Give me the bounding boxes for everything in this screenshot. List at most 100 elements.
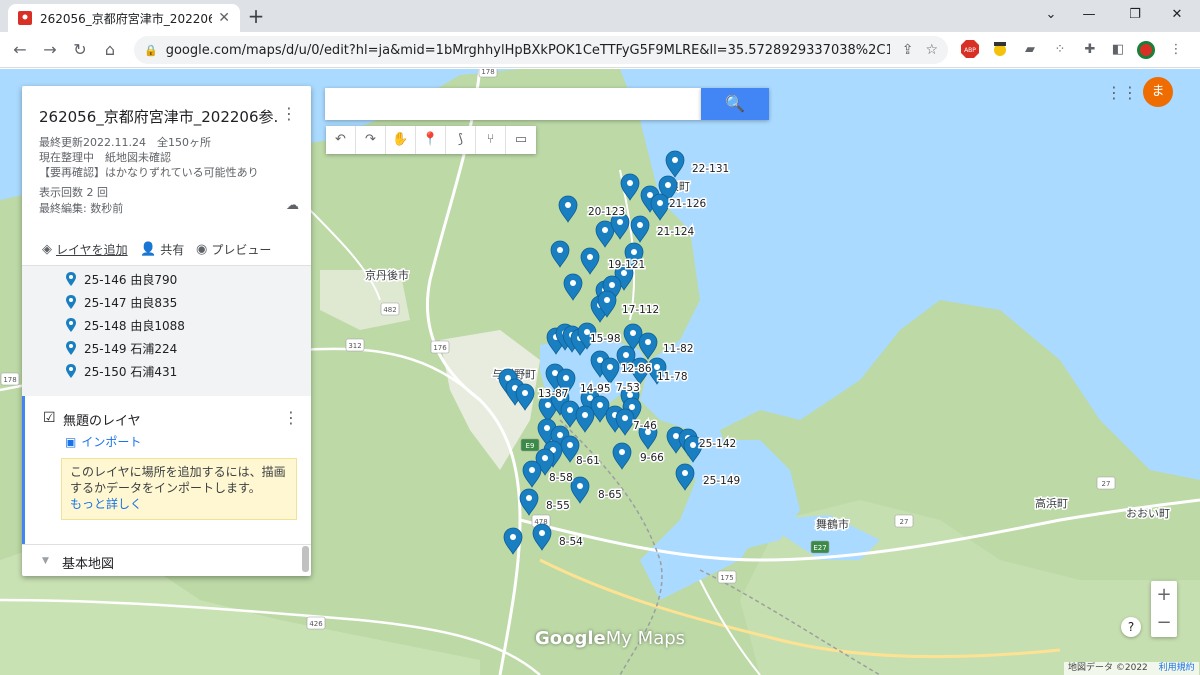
- zoom-out-button[interactable]: −: [1151, 609, 1177, 637]
- close-tab-icon[interactable]: ✕: [218, 10, 230, 26]
- marker-label: 12-86: [621, 363, 652, 375]
- address-bar[interactable]: 🔒 google.com/maps/d/u/0/edit?hl=ja&mid=1…: [134, 36, 948, 64]
- place-label: 舞鶴市: [816, 517, 849, 531]
- panel-actions: ◈ レイヤを追加 👤 共有 ◉ プレビュー: [22, 236, 311, 266]
- browser-menu-icon[interactable]: ⋮: [1166, 40, 1186, 60]
- marker-label: 8-54: [559, 536, 583, 548]
- grid-extension-icon[interactable]: ⁘: [1050, 40, 1070, 60]
- directions-icon[interactable]: ⑂: [476, 126, 506, 154]
- forward-icon[interactable]: →: [38, 38, 62, 62]
- marker-label: 25-142: [699, 438, 736, 450]
- map-updated: 最終更新2022.11.24 全150ヶ所: [39, 136, 211, 149]
- import-file-icon: ▣: [65, 434, 77, 449]
- marker-pin-icon: [66, 272, 76, 286]
- add-marker-icon[interactable]: 📍: [416, 126, 446, 154]
- layer-item-list: 25-146 由良790 25-147 由良835 25-148 由良1088 …: [22, 266, 311, 396]
- import-label: インポート: [81, 435, 142, 449]
- more-options-icon[interactable]: ⋮: [281, 104, 297, 123]
- preview-button[interactable]: ◉ プレビュー: [196, 241, 271, 258]
- panel-scrollbar[interactable]: [302, 546, 309, 572]
- cloud-saved-icon: ☁: [286, 198, 299, 213]
- layer-visibility-checkbox[interactable]: ☑: [43, 410, 56, 426]
- measure-ruler-icon[interactable]: ▭: [506, 126, 536, 154]
- marker-pin-icon: [66, 364, 76, 378]
- place-label: 京丹後市: [365, 268, 409, 282]
- browser-tab-strip: 262056_京都府宮津市_202206参 ✕ + ⌄ — ❐ ✕: [0, 0, 1200, 32]
- minimize-button[interactable]: —: [1066, 0, 1112, 30]
- url-text: google.com/maps/d/u/0/edit?hl=ja&mid=1bM…: [165, 42, 890, 58]
- svg-text:312: 312: [348, 342, 361, 350]
- search-button[interactable]: 🔍: [701, 88, 769, 120]
- eye-icon: ◉: [196, 242, 208, 257]
- attribution-text: 地図データ ©2022: [1068, 663, 1148, 673]
- svg-text:176: 176: [433, 344, 447, 352]
- character-extension-icon[interactable]: [990, 40, 1010, 60]
- account-avatar[interactable]: ま: [1143, 77, 1173, 107]
- layers-icon: ◈: [42, 242, 52, 257]
- maximize-button[interactable]: ❐: [1112, 0, 1158, 30]
- map-search-input[interactable]: [325, 88, 701, 120]
- profile-icon[interactable]: [1136, 40, 1156, 60]
- list-item[interactable]: 25-150 石浦431: [66, 360, 177, 382]
- marker-label: 22-131: [692, 163, 729, 175]
- adblock-extension-icon[interactable]: ABP: [960, 40, 980, 60]
- map-title[interactable]: 262056_京都府宮津市_202206参...: [39, 106, 279, 127]
- svg-text:178: 178: [481, 69, 494, 76]
- brand-mymaps: My Maps: [605, 628, 686, 649]
- chat-extension-icon[interactable]: ▰: [1020, 40, 1040, 60]
- back-icon[interactable]: ←: [8, 38, 32, 62]
- terms-link[interactable]: 利用規約: [1159, 663, 1195, 673]
- import-link[interactable]: ▣ インポート: [65, 433, 141, 450]
- list-item[interactable]: 25-148 由良1088: [66, 314, 185, 336]
- marker-label: 20-123: [588, 206, 625, 218]
- road-shield: 178: [0, 372, 20, 386]
- share-button[interactable]: 👤 共有: [140, 241, 184, 258]
- svg-text:178: 178: [3, 376, 16, 384]
- redo-icon[interactable]: ↷: [356, 126, 386, 154]
- marker-label: 8-58: [549, 472, 573, 484]
- svg-text:ABP: ABP: [964, 47, 976, 54]
- draw-line-icon[interactable]: ⟆: [446, 126, 476, 154]
- google-my-maps-logo: Google My Maps: [535, 628, 685, 649]
- extensions-puzzle-icon[interactable]: ✚: [1080, 40, 1100, 60]
- layer-name[interactable]: 無題のレイヤ: [63, 410, 141, 429]
- road-shield: E9: [520, 438, 540, 452]
- list-item[interactable]: 25-147 由良835: [66, 291, 177, 313]
- undo-icon[interactable]: ↶: [326, 126, 356, 154]
- search-icon: 🔍: [725, 94, 745, 113]
- new-tab-button[interactable]: +: [244, 4, 268, 28]
- side-panel-icon[interactable]: ◧: [1108, 40, 1128, 60]
- share-page-icon[interactable]: ⇪: [902, 42, 914, 58]
- layer-options-icon[interactable]: ⋮: [283, 408, 299, 427]
- marker-label: 11-82: [663, 343, 694, 355]
- base-map-section[interactable]: ▼ 基本地図: [22, 544, 311, 576]
- untitled-layer: ☑ 無題のレイヤ ⋮ ▣ インポート このレイヤに場所を追加するには、描画するか…: [22, 396, 311, 544]
- place-label: 高浜町: [1035, 496, 1068, 510]
- svg-text:175: 175: [720, 574, 733, 582]
- road-shield: 426: [306, 616, 326, 630]
- marker-pin-icon: [66, 341, 76, 355]
- maps-favicon-icon: [18, 11, 32, 25]
- learn-more-link[interactable]: もっと詳しく: [70, 496, 288, 512]
- marker-label: 7-46: [633, 420, 657, 432]
- zoom-in-button[interactable]: +: [1151, 581, 1177, 609]
- marker-pin-icon: [66, 318, 76, 332]
- browser-tab[interactable]: 262056_京都府宮津市_202206参 ✕: [8, 4, 240, 32]
- bookmark-star-icon[interactable]: ☆: [925, 42, 938, 58]
- tab-title: 262056_京都府宮津市_202206参: [40, 11, 213, 26]
- reload-icon[interactable]: ↻: [68, 38, 92, 62]
- last-edit: 最終編集: 数秒前: [39, 202, 124, 215]
- list-item[interactable]: 25-146 由良790: [66, 268, 177, 290]
- expand-arrow-icon[interactable]: ▼: [42, 556, 49, 566]
- home-icon[interactable]: ⌂: [98, 38, 122, 62]
- road-shield: 482: [380, 302, 400, 316]
- help-button[interactable]: ?: [1121, 617, 1141, 637]
- list-item-label: 25-150 石浦431: [84, 364, 178, 379]
- view-count: 表示回数 2 回: [39, 186, 108, 199]
- hand-pan-icon[interactable]: ✋: [386, 126, 416, 154]
- add-layer-button[interactable]: ◈ レイヤを追加: [42, 241, 128, 258]
- svg-text:482: 482: [383, 306, 396, 314]
- close-window-button[interactable]: ✕: [1154, 0, 1200, 30]
- list-item[interactable]: 25-149 石浦224: [66, 337, 177, 359]
- browser-toolbar: ← → ↻ ⌂ 🔒 google.com/maps/d/u/0/edit?hl=…: [0, 32, 1200, 68]
